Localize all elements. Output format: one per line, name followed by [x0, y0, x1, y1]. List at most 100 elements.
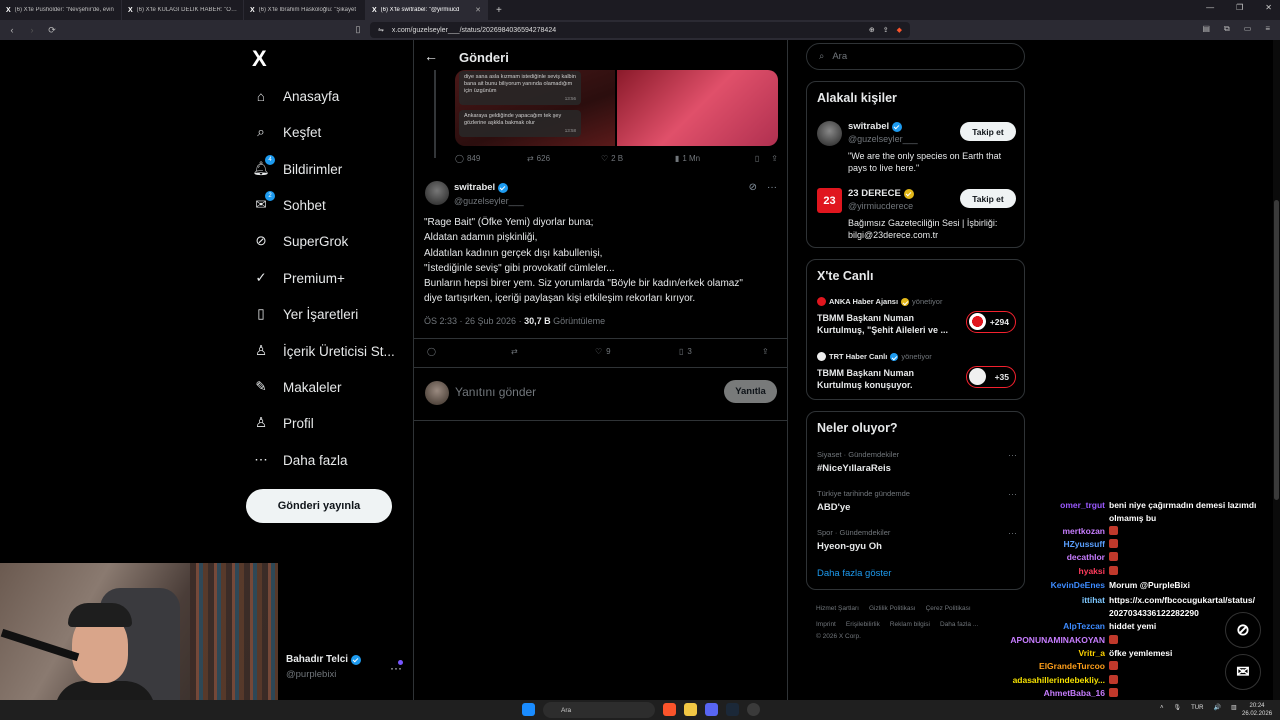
- chat-message: omer_trgut beni niye çağırmadın demesi la…: [1000, 500, 1280, 512]
- language-indicator[interactable]: TUR: [1191, 705, 1203, 711]
- trend-item[interactable]: Siyaset · Gündemdekiler #NiceYıllaraReis ·…: [817, 450, 1017, 474]
- author-info[interactable]: swîtrabel @guzelseyler___: [454, 182, 524, 206]
- footer-link[interactable]: Daha fazla ...: [940, 621, 978, 628]
- footer-link[interactable]: Hizmet Şartları: [816, 605, 859, 612]
- back-arrow-icon[interactable]: ←: [424, 48, 438, 64]
- share-button[interactable]: ⇪: [762, 347, 769, 356]
- tray-arrow-icon[interactable]: ˄: [1160, 705, 1164, 711]
- url-text[interactable]: x.com/guzelseyler___/status/202698403659…: [392, 27, 861, 34]
- repost-button[interactable]: ⇄: [511, 347, 518, 356]
- sidebar-item-makaleler[interactable]: ✎ Makaleler: [252, 378, 341, 396]
- footer-link[interactable]: Çerez Politikası: [926, 605, 971, 612]
- view-count[interactable]: ▮ 1 Mn: [675, 154, 755, 163]
- media-image-photo[interactable]: [617, 70, 778, 146]
- like-count[interactable]: ♡ 2 B: [601, 154, 675, 163]
- sidebar-item-profil[interactable]: ♙ Profil: [252, 414, 314, 432]
- live-listeners-pill[interactable]: +294: [966, 311, 1016, 333]
- show-more-link[interactable]: Daha fazla göster: [817, 568, 891, 579]
- like-button[interactable]: ♡ 9: [595, 347, 611, 356]
- share-icon[interactable]: ⇪: [883, 26, 889, 34]
- profile-switcher[interactable]: Bahadır Telci @purplebixi: [286, 654, 362, 680]
- minimize-icon[interactable]: —: [1206, 3, 1214, 12]
- browser-tab[interactable]: X (6) X'te Pusholder: "Nevşehir'de, evin: [0, 0, 122, 20]
- bookmark-icon[interactable]: ▯: [755, 154, 759, 163]
- network-icon[interactable]: ▥: [1231, 704, 1237, 711]
- share-icon[interactable]: ⇪: [771, 154, 778, 163]
- sidebar-item-sohbet[interactable]: ✉ 2 Sohbet: [252, 191, 326, 214]
- reply-submit-button[interactable]: Yanıtla: [724, 380, 777, 403]
- address-bar[interactable]: ⇋ x.com/guzelseyler___/status/2026984036…: [370, 22, 910, 38]
- footer-link[interactable]: Erişilebilirlik: [846, 621, 880, 628]
- search-input[interactable]: ⌕ Ara: [806, 43, 1025, 70]
- footer-link[interactable]: Imprint: [816, 621, 836, 628]
- messages-button[interactable]: ✉: [1225, 654, 1261, 690]
- author-name[interactable]: swîtrabel: [454, 182, 495, 193]
- extensions-icon[interactable]: ⧉: [1224, 24, 1230, 34]
- live-item[interactable]: TRT Haber Canlı yönetiyor TBMM Başkanı Nu…: [817, 352, 1017, 391]
- bookmark-page-icon[interactable]: ▯: [352, 24, 364, 35]
- trend-item[interactable]: Türkiye tarihinde gündemde ABD'ye ···: [817, 489, 1017, 513]
- footer-link[interactable]: Reklam bilgisi: [890, 621, 930, 628]
- sidebar-toggle-icon[interactable]: ▤: [1202, 24, 1210, 34]
- tweet-time[interactable]: ÖS 2:33 · 26 Şub 2026 ·: [424, 316, 524, 326]
- steam-icon[interactable]: [726, 703, 739, 716]
- author-avatar[interactable]: [425, 181, 449, 205]
- repost-count[interactable]: ⇄ 626: [527, 154, 601, 163]
- site-settings-icon[interactable]: ⇋: [378, 26, 384, 34]
- sidebar-item-i-çerik-üreticisi-st-[interactable]: ♙ İçerik Üreticisi St...: [252, 342, 395, 360]
- follow-button[interactable]: Takip et: [960, 122, 1016, 141]
- sidebar-item-bildirimler[interactable]: 🔔︎ 4 Bildirimler: [252, 155, 342, 178]
- close-window-icon[interactable]: ✕: [1265, 3, 1272, 12]
- sidebar-item-anasayfa[interactable]: ⌂ Anasayfa: [252, 87, 339, 105]
- menu-icon[interactable]: ≡: [1265, 24, 1270, 34]
- reply-button[interactable]: ◯: [427, 347, 436, 356]
- grok-icon[interactable]: ⊘: [749, 182, 757, 193]
- media-image-chat[interactable]: diye sana asla kızmam istediğinle seviş …: [455, 70, 615, 146]
- forward-nav-icon[interactable]: ›: [26, 25, 38, 35]
- more-circle-icon: ⋯: [254, 452, 268, 467]
- live-item[interactable]: ANKA Haber Ajansı yönetiyor TBMM Başkanı …: [817, 297, 1017, 336]
- back-nav-icon[interactable]: ‹: [6, 25, 18, 35]
- footer-link[interactable]: Gizlilik Politikası: [869, 605, 916, 612]
- browser-tab-active[interactable]: X (6) X'te swîtrabel: "@yirmiucd ✕: [366, 0, 488, 20]
- reply-input[interactable]: Yanıtını gönder: [455, 385, 536, 399]
- more-icon[interactable]: ···: [767, 182, 777, 193]
- bookmark-button[interactable]: ▯ 3: [679, 347, 692, 356]
- quoted-post-media[interactable]: diye sana asla kızmam istediğinle seviş …: [455, 70, 778, 146]
- sidebar-item-daha-fazla[interactable]: ⋯ Daha fazla: [252, 451, 347, 469]
- mic-icon[interactable]: 🎙: [1174, 704, 1182, 711]
- zoom-icon[interactable]: ⊕: [869, 26, 875, 34]
- x-logo[interactable]: X: [252, 46, 267, 72]
- post-button[interactable]: Gönderi yayınla: [246, 489, 392, 523]
- windows-start-icon[interactable]: [522, 703, 535, 716]
- obs-icon[interactable]: [747, 703, 760, 716]
- stream-chat-overlay: omer_trgut beni niye çağırmadın demesi la…: [1000, 497, 1280, 720]
- discord-icon[interactable]: [705, 703, 718, 716]
- grok-button[interactable]: ⊘: [1225, 612, 1261, 648]
- restore-icon[interactable]: ❐: [1236, 3, 1243, 12]
- sidebar-item-keşfet[interactable]: ⌕ Keşfet: [252, 123, 321, 141]
- more-icon[interactable]: ···: [1008, 450, 1017, 460]
- browser-tab[interactable]: X (6) X'te KULAĞI DELİK HABER: "Ördü: [122, 0, 244, 20]
- sidebar-item-supergrok[interactable]: ⊘ SuperGrok: [252, 232, 348, 250]
- live-listeners-pill[interactable]: +35: [966, 366, 1016, 388]
- file-explorer-icon[interactable]: [684, 703, 697, 716]
- person-avatar[interactable]: [817, 121, 842, 146]
- clock[interactable]: 20:24 26.02.2026: [1242, 702, 1272, 718]
- scrollbar-thumb[interactable]: [1274, 200, 1279, 500]
- brave-shield-icon[interactable]: ◆: [897, 26, 902, 34]
- sidebar-item-premium-[interactable]: ✓ Premium+: [252, 269, 345, 287]
- brave-icon[interactable]: [663, 703, 676, 716]
- reload-icon[interactable]: ⟳: [46, 25, 58, 36]
- author-handle[interactable]: @guzelseyler___: [454, 196, 524, 206]
- reply-count[interactable]: ◯ 849: [455, 154, 527, 163]
- follow-button[interactable]: Takip et: [960, 189, 1016, 208]
- close-tab-icon[interactable]: ✕: [475, 6, 481, 14]
- browser-tab[interactable]: X (6) X'te İbrahim Haskoloğlu: "Şikayet: [244, 0, 366, 20]
- volume-icon[interactable]: 🔊: [1213, 704, 1220, 711]
- wallet-icon[interactable]: ▭: [1244, 24, 1252, 34]
- trend-item[interactable]: Spor · Gündemdekiler Hyeon-gyu Oh ···: [817, 528, 1017, 552]
- person-avatar[interactable]: 23: [817, 188, 842, 213]
- sidebar-item-yer-i-şaretleri[interactable]: ▯ Yer İşaretleri: [252, 305, 358, 323]
- new-tab-button[interactable]: +: [488, 5, 502, 16]
